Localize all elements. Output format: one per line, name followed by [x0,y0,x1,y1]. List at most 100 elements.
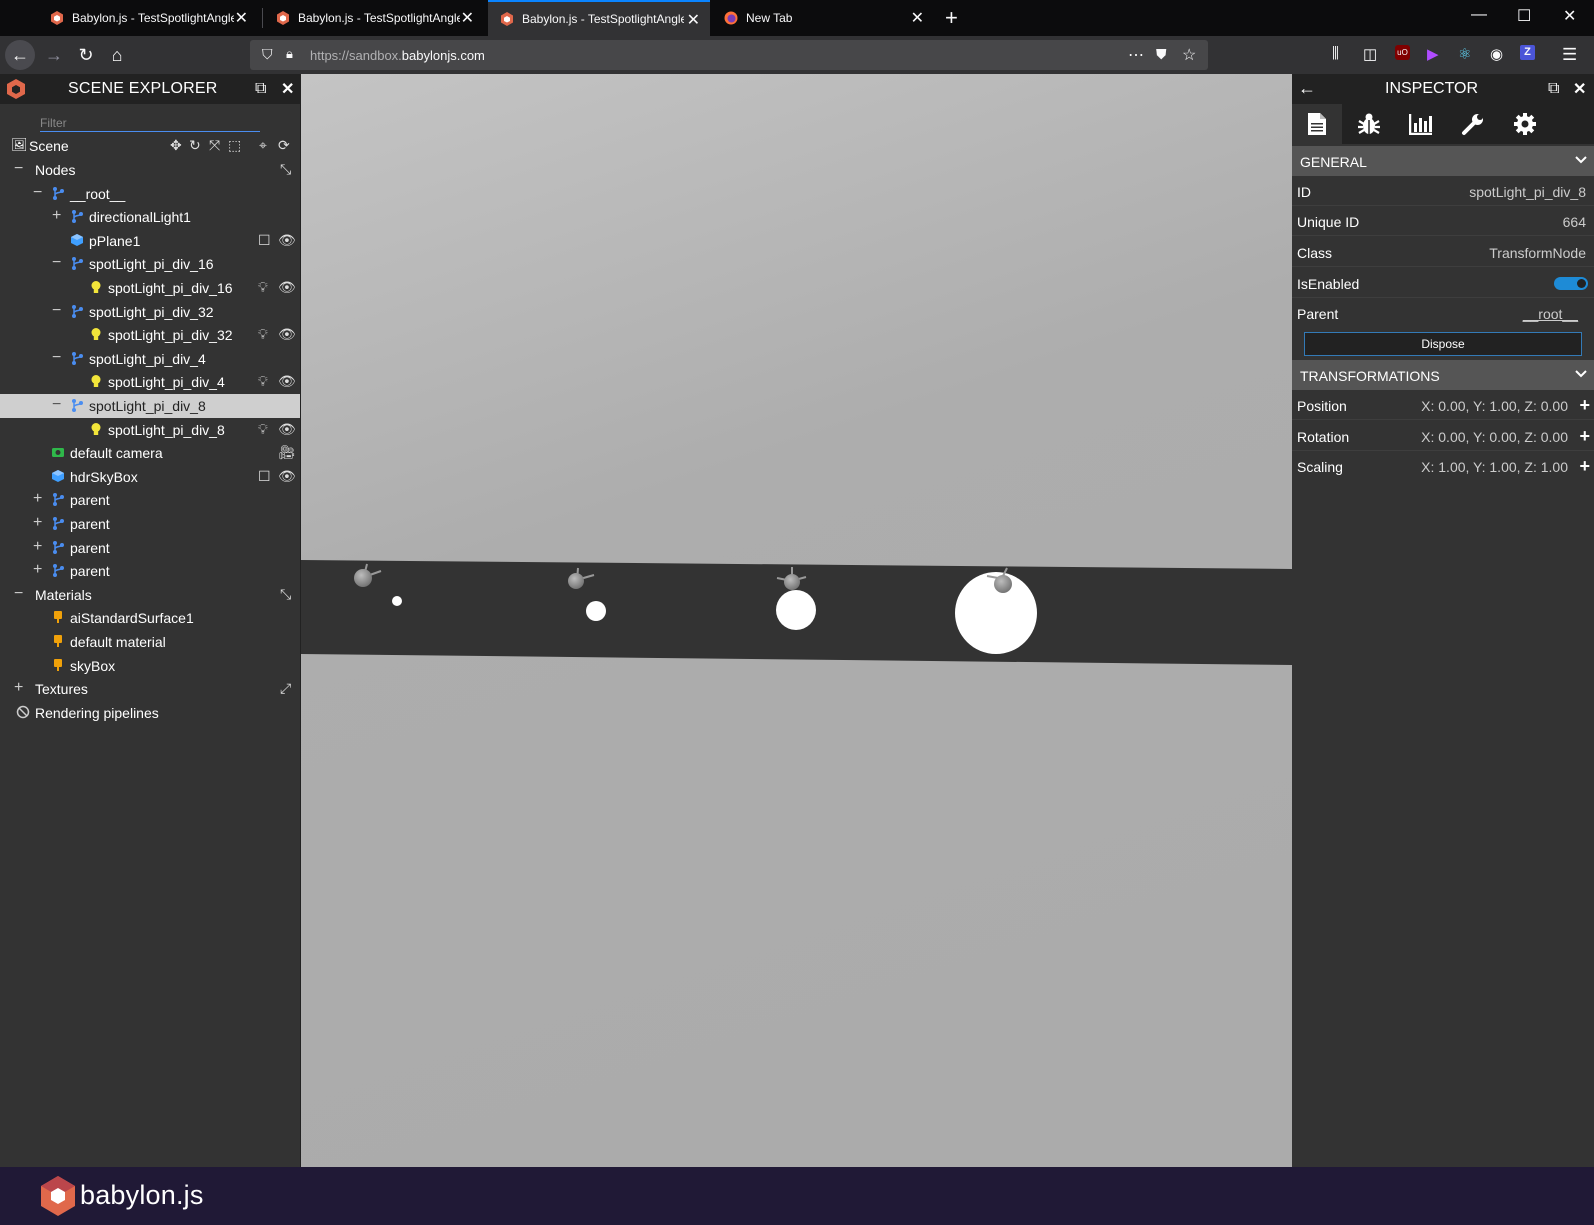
collapse-all-icon[interactable]: ⤡ [280,161,291,178]
browser-tab-4[interactable]: New Tab ✕ [712,0,934,36]
camera-gizmo-icon[interactable]: 🎥︎ [278,444,296,461]
is-enabled-toggle[interactable] [1554,277,1588,290]
tree-node-row[interactable]: Rendering pipelines [0,701,300,725]
expand-plus-icon[interactable]: + [33,490,42,508]
tree-section-materials[interactable]: − Materials ⤡ [0,583,300,607]
tree-node-row[interactable]: − __root__ [0,182,300,206]
zotero-icon[interactable]: Z [1520,45,1535,60]
browser-tab-3[interactable]: Babylon.js - TestSpotlightAngle ✕ [488,0,710,36]
collapse-minus-icon[interactable]: − [14,585,23,603]
translate-gizmo-icon[interactable]: ✥ [170,137,182,154]
eye-visibility-icon[interactable]: 👁︎ [278,468,296,485]
tab-debug[interactable] [1344,104,1394,144]
account-icon[interactable]: ◉ [1490,45,1503,63]
close-tab-icon[interactable]: ✕ [687,10,700,30]
tree-node-row[interactable]: spotLight_pi_div_4 💡︎ 👁︎ [0,370,300,394]
tree-node-row[interactable]: spotLight_pi_div_16 💡︎ 👁︎ [0,276,300,300]
filter-field[interactable] [40,114,260,132]
tree-node-row[interactable]: skyBox [0,654,300,678]
maximize-icon[interactable]: ☐ [1517,6,1531,26]
eye-visibility-icon[interactable]: 👁︎ [278,421,296,438]
browser-tab-1[interactable]: Babylon.js - TestSpotlightAngle ✕ [38,0,258,36]
tree-node-row[interactable]: spotLight_pi_div_8 💡︎ 👁︎ [0,418,300,442]
expand-plus-icon[interactable]: + [33,538,42,556]
tree-node-row[interactable]: − spotLight_pi_div_8 [0,394,300,418]
light-gizmo-icon[interactable]: 💡︎ [258,279,268,296]
popout-icon[interactable]: ⧉ [1548,80,1559,98]
collapse-minus-icon[interactable]: − [33,184,42,202]
tree-node-row[interactable]: + parent [0,512,300,536]
tab-statistics[interactable] [1396,104,1446,144]
collapse-minus-icon[interactable]: − [14,160,23,178]
tree-section-textures[interactable]: + Textures ⤢ [0,677,300,701]
expand-all-icon[interactable]: ⤢ [280,680,291,697]
collapse-minus-icon[interactable]: − [52,349,61,367]
url-text[interactable]: https://sandbox.babylonjs.com [310,48,485,63]
tree-node-row[interactable]: − spotLight_pi_div_32 [0,300,300,324]
eye-visibility-icon[interactable]: 👁︎ [278,279,296,296]
transformations-section-header[interactable]: TRANSFORMATIONS [1292,360,1594,390]
expand-plus-icon[interactable]: + [1579,395,1590,416]
expand-plus-icon[interactable]: + [1579,456,1590,477]
collapse-minus-icon[interactable]: − [52,396,61,414]
scene-row[interactable]: 🖼︎ Scene ✥ ↻ ⤧ ⬚ ⌖ ⟳ [0,134,300,158]
expand-plus-icon[interactable]: + [33,561,42,579]
tree-node-row[interactable]: aiStandardSurface1 [0,606,300,630]
tree-node-row[interactable]: pPlane1 ☐ 👁︎ [0,229,300,253]
rotate-gizmo-icon[interactable]: ↻ [189,137,201,154]
tree-node-row[interactable]: spotLight_pi_div_32 💡︎ 👁︎ [0,323,300,347]
scale-gizmo-icon[interactable]: ⤧ [209,137,220,154]
shield-icon[interactable]: ⛉ [262,46,273,63]
expand-plus-icon[interactable]: + [14,679,23,697]
bounding-box-toggle-icon[interactable]: ☐ [258,232,271,249]
general-section-header[interactable]: GENERAL [1292,146,1594,176]
expand-plus-icon[interactable]: + [1579,426,1590,447]
sidebar-icon[interactable]: ◫ [1363,45,1377,63]
new-tab-icon[interactable]: + [945,5,958,31]
collapse-minus-icon[interactable]: − [52,302,61,320]
bookmark-star-icon[interactable]: ☆ [1182,45,1196,65]
minimize-icon[interactable]: — [1471,6,1487,24]
light-gizmo-icon[interactable]: 💡︎ [258,373,268,390]
tree-node-row[interactable]: − spotLight_pi_div_4 [0,347,300,371]
tab-settings[interactable] [1500,104,1550,144]
light-gizmo-icon[interactable]: 💡︎ [258,421,268,438]
back-arrow-icon[interactable]: ← [1298,78,1316,99]
tree-node-row[interactable]: + parent [0,559,300,583]
tree-node-row[interactable]: hdrSkyBox ☐ 👁︎ [0,465,300,489]
play-extension-icon[interactable]: ▶ [1427,45,1439,63]
collapse-all-icon[interactable]: ⤡ [280,586,291,603]
close-tab-icon[interactable]: ✕ [461,8,474,28]
tab-properties[interactable] [1292,104,1342,144]
parent-link[interactable]: __root__ [1523,306,1578,322]
dispose-button[interactable]: Dispose [1304,332,1582,356]
forward-arrow-icon[interactable]: → [39,40,69,70]
expand-plus-icon[interactable]: + [52,207,61,225]
popout-icon[interactable]: ⧉ [255,80,266,98]
lock-icon[interactable]: 🔒︎ [286,46,293,62]
tree-section-nodes[interactable]: − Nodes ⤡ [0,158,300,182]
tree-node-row[interactable]: + parent [0,536,300,560]
light-gizmo-icon[interactable]: 💡︎ [258,326,268,343]
tree-node-row[interactable]: + parent [0,488,300,512]
close-tab-icon[interactable]: ✕ [235,8,248,28]
close-panel-icon[interactable]: ✕ [1573,79,1586,99]
home-icon[interactable]: ⌂ [102,40,132,70]
eye-visibility-icon[interactable]: 👁︎ [278,373,296,390]
library-icon[interactable]: ⫼ [1332,45,1339,62]
tree-node-row[interactable]: default material [0,630,300,654]
filter-input[interactable] [40,114,260,132]
close-tab-icon[interactable]: ✕ [911,8,924,28]
eye-visibility-icon[interactable]: 👁︎ [278,326,296,343]
expand-plus-icon[interactable]: + [33,514,42,532]
bounding-box-toggle-icon[interactable]: ☐ [258,468,271,485]
render-canvas[interactable] [301,74,1292,1167]
eye-visibility-icon[interactable]: 👁︎ [278,232,296,249]
refresh-icon[interactable]: ⟳ [278,137,290,154]
hamburger-menu-icon[interactable]: ☰ [1562,45,1577,65]
react-devtools-icon[interactable]: ⚛ [1458,45,1471,63]
ublock-icon[interactable]: uO [1395,45,1410,60]
pick-target-icon[interactable]: ⌖ [259,137,267,154]
url-bar[interactable]: ⛉ 🔒︎ https://sandbox.babylonjs.com ⋯ ⛊ ☆ [250,40,1208,70]
window-close-icon[interactable]: ✕ [1563,6,1576,26]
